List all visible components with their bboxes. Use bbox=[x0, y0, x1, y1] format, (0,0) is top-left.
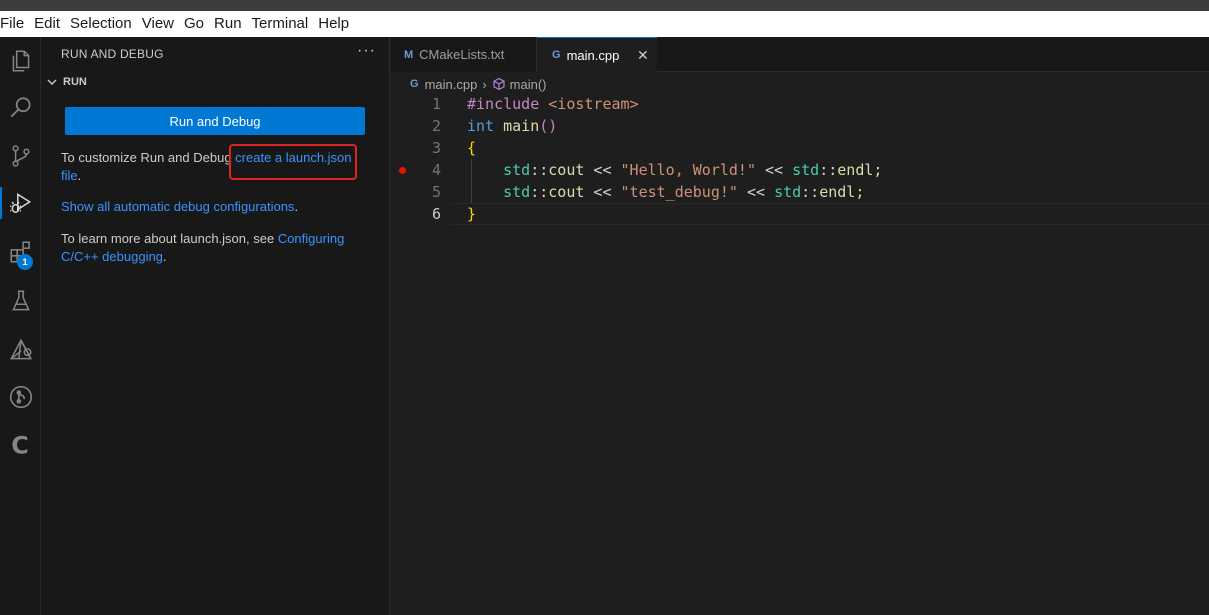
run-section-header[interactable]: RUN bbox=[45, 75, 87, 89]
indent-token bbox=[467, 183, 503, 201]
tab-cmakelists[interactable]: M CMakeLists.txt bbox=[391, 37, 537, 72]
period-text: . bbox=[162, 249, 167, 264]
show-automatic-configs-link[interactable]: Show all automatic debug configurations bbox=[61, 199, 294, 214]
cpp-debugging-link[interactable]: C/C++ debugging bbox=[61, 249, 163, 264]
run-and-debug-sidebar: RUN AND DEBUG ··· RUN Run and Debug To c… bbox=[41, 37, 390, 615]
show-configs-paragraph: Show all automatic debug configurations. bbox=[61, 198, 361, 216]
learn-more-paragraph: To learn more about launch.json, see Con… bbox=[61, 230, 361, 266]
identifier-token: cout bbox=[548, 161, 585, 179]
function-token: main bbox=[503, 117, 540, 135]
line-number: 6 bbox=[431, 205, 441, 223]
identifier-token: endl; bbox=[819, 183, 865, 201]
operator-token: << bbox=[584, 183, 621, 201]
operator-token: :: bbox=[530, 183, 549, 201]
breadcrumb: G main.cpp › main() bbox=[410, 75, 547, 93]
editor-tabs: M CMakeLists.txt G main.cpp ✕ bbox=[391, 37, 1209, 72]
close-icon[interactable]: ✕ bbox=[637, 47, 649, 64]
run-debug-icon[interactable] bbox=[0, 185, 41, 221]
configuring-link[interactable]: Configuring bbox=[278, 231, 345, 246]
cmake-file-icon: M bbox=[404, 48, 414, 61]
git-graph-icon[interactable] bbox=[0, 379, 41, 415]
menu-view[interactable]: View bbox=[137, 11, 179, 37]
run-and-debug-button[interactable]: Run and Debug bbox=[65, 107, 365, 135]
preprocessor-token: #include bbox=[467, 95, 549, 113]
tab-label: main.cpp bbox=[566, 47, 620, 63]
line-number: 1 bbox=[431, 95, 441, 113]
string-token: "test_debug!" bbox=[620, 183, 738, 201]
run-section-label: RUN bbox=[63, 76, 87, 88]
line-number: 5 bbox=[431, 183, 441, 201]
code-line: } bbox=[467, 203, 476, 225]
source-control-icon[interactable] bbox=[0, 138, 41, 174]
string-token: "Hello, World!" bbox=[620, 161, 756, 179]
operator-token: << bbox=[756, 161, 793, 179]
operator-token: << bbox=[737, 183, 775, 201]
namespace-token: std bbox=[774, 183, 802, 201]
menu-edit[interactable]: Edit bbox=[29, 11, 65, 37]
search-icon[interactable] bbox=[0, 90, 41, 126]
indent-token bbox=[467, 161, 503, 179]
keyword-token: int bbox=[467, 117, 495, 135]
menu-terminal[interactable]: Terminal bbox=[247, 11, 314, 37]
paren-token: () bbox=[539, 117, 558, 135]
line-number: 2 bbox=[431, 117, 441, 135]
namespace-token: std bbox=[503, 183, 531, 201]
menu-file[interactable]: File bbox=[0, 11, 29, 37]
operator-token: :: bbox=[819, 161, 838, 179]
namespace-token: std bbox=[792, 161, 820, 179]
cpp-file-icon: G bbox=[552, 49, 561, 61]
include-path-token: <iostream> bbox=[548, 95, 639, 113]
tab-label: CMakeLists.txt bbox=[419, 47, 505, 62]
cpp-file-icon: G bbox=[410, 78, 419, 90]
learn-more-text: To learn more about launch.json, see bbox=[61, 231, 278, 246]
namespace-token: std bbox=[503, 161, 531, 179]
line-number: 4 bbox=[431, 161, 441, 179]
code-line: int main() bbox=[467, 115, 557, 137]
activity-bar: 1 C bbox=[0, 37, 41, 615]
c-icon[interactable]: C bbox=[0, 427, 41, 463]
code-line: std::cout << "Hello, World!" << std::end… bbox=[467, 159, 882, 181]
breadcrumb-file[interactable]: main.cpp bbox=[425, 77, 478, 92]
title-bar bbox=[0, 0, 1209, 11]
customize-text: To customize Run and Debug bbox=[61, 150, 236, 165]
current-line-highlight bbox=[451, 203, 1209, 225]
operator-token: :: bbox=[801, 183, 820, 201]
breadcrumb-symbol[interactable]: main() bbox=[510, 77, 547, 92]
operator-token: << bbox=[584, 161, 621, 179]
menu-help[interactable]: Help bbox=[313, 11, 354, 37]
cmake-icon[interactable] bbox=[0, 332, 41, 368]
code-line: #include <iostream> bbox=[467, 93, 639, 115]
line-number: 3 bbox=[431, 139, 441, 157]
period-text: . bbox=[294, 199, 299, 214]
chevron-down-icon bbox=[47, 79, 57, 85]
code-editor[interactable]: 1 2 3 4 5 6 #include <iostream> int main… bbox=[391, 93, 1209, 615]
code-line: std::cout << "test_debug!" << std::endl; bbox=[467, 181, 864, 203]
more-actions-icon[interactable]: ··· bbox=[357, 42, 376, 60]
menu-run[interactable]: Run bbox=[209, 11, 247, 37]
menu-bar: File Edit Selection View Go Run Terminal… bbox=[0, 11, 1209, 37]
create-launch-json-link-file[interactable]: file bbox=[61, 168, 78, 183]
svg-text:C: C bbox=[11, 432, 28, 458]
tab-main-cpp[interactable]: G main.cpp ✕ bbox=[537, 37, 657, 72]
brace-token: { bbox=[467, 139, 477, 157]
identifier-token: endl; bbox=[837, 161, 883, 179]
brace-token: } bbox=[467, 205, 477, 223]
breadcrumb-separator: › bbox=[482, 76, 487, 92]
code-line: { bbox=[467, 137, 476, 159]
explorer-icon[interactable] bbox=[0, 43, 41, 79]
identifier-token: cout bbox=[548, 183, 585, 201]
sidebar-title: RUN AND DEBUG bbox=[61, 47, 164, 61]
menu-selection[interactable]: Selection bbox=[65, 11, 137, 37]
operator-token: :: bbox=[530, 161, 549, 179]
testing-icon[interactable] bbox=[0, 283, 41, 319]
highlight-annotation bbox=[229, 144, 357, 180]
period-text: . bbox=[77, 168, 82, 183]
menu-go[interactable]: Go bbox=[179, 11, 209, 37]
symbol-method-icon bbox=[493, 77, 505, 91]
extensions-badge: 1 bbox=[17, 254, 33, 270]
